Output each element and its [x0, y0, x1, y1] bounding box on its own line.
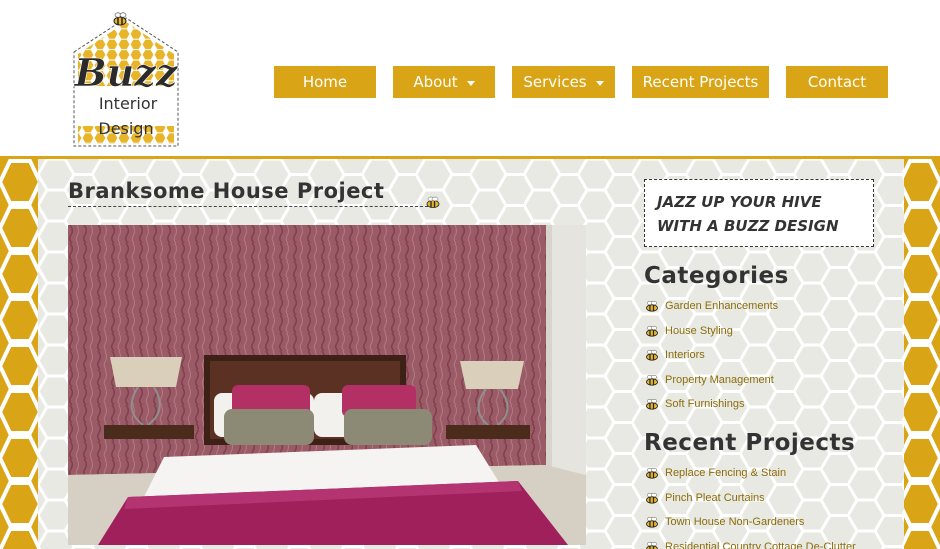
- bee-icon: [646, 350, 658, 361]
- list-item: Property Management: [644, 368, 778, 393]
- content-band: Branksome House Project JAZZ UP YOUR HIV…: [0, 159, 940, 549]
- title-underline: [68, 206, 428, 207]
- site-header: Buzz Interior Design Home About Services…: [0, 0, 940, 159]
- logo-interior-text: Interior: [99, 94, 158, 113]
- list-item: Replace Fencing & Stain: [644, 461, 856, 486]
- slogan-line-2: WITH A BUZZ DESIGN: [657, 217, 839, 235]
- recent-project-link[interactable]: Residential Country Cottage De-Clutter: [665, 541, 856, 549]
- bee-icon: [646, 374, 658, 386]
- bedroom-image: [68, 225, 586, 545]
- nav-recent-projects-label: Recent Projects: [642, 73, 759, 91]
- nav-services[interactable]: Services: [512, 66, 615, 98]
- categories-list: Garden Enhancements House Styling Interi…: [644, 294, 778, 417]
- bee-icon: [646, 399, 658, 410]
- bee-icon: [646, 325, 658, 337]
- post-title: Branksome House Project: [68, 179, 385, 203]
- recent-project-link[interactable]: Town House Non-Gardeners: [665, 516, 804, 528]
- list-item: Pinch Pleat Curtains: [644, 486, 856, 511]
- category-link[interactable]: Interiors: [665, 349, 705, 361]
- main-nav: Home About Services Recent Projects Cont…: [274, 66, 888, 98]
- honeycomb-left-decoration: [0, 159, 40, 549]
- bee-icon: [646, 301, 658, 312]
- logo-buzz-text: Buzz: [74, 50, 179, 95]
- nav-recent-projects[interactable]: Recent Projects: [632, 66, 769, 98]
- content-panel: Branksome House Project JAZZ UP YOUR HIV…: [38, 159, 904, 549]
- category-link[interactable]: House Styling: [665, 325, 733, 337]
- recent-project-link[interactable]: Pinch Pleat Curtains: [665, 492, 765, 504]
- nav-home[interactable]: Home: [274, 66, 376, 98]
- bee-icon: [646, 517, 658, 528]
- list-item: Garden Enhancements: [644, 294, 778, 319]
- list-item: Town House Non-Gardeners: [644, 510, 856, 535]
- bee-icon: [646, 541, 658, 549]
- list-item: Residential Country Cottage De-Clutter: [644, 535, 856, 549]
- recent-project-link[interactable]: Replace Fencing & Stain: [665, 467, 786, 479]
- categories-heading: Categories: [644, 263, 789, 289]
- bee-icon: [426, 196, 440, 208]
- nav-contact-label: Contact: [807, 73, 867, 91]
- nav-home-label: Home: [302, 73, 348, 91]
- category-link[interactable]: Garden Enhancements: [665, 300, 778, 312]
- recent-projects-heading: Recent Projects: [644, 430, 856, 456]
- logo-design-text: Design: [98, 119, 153, 138]
- bee-icon: [646, 468, 658, 479]
- bee-icon: [646, 492, 658, 504]
- project-photo[interactable]: [68, 225, 586, 545]
- list-item: Soft Furnishings: [644, 392, 778, 417]
- honeycomb-right-decoration: [900, 159, 940, 549]
- nav-contact[interactable]: Contact: [786, 66, 888, 98]
- recent-projects-list: Replace Fencing & Stain Pinch Pleat Curt…: [644, 461, 856, 549]
- nav-about-label: About: [413, 73, 458, 91]
- slogan-box: JAZZ UP YOUR HIVE WITH A BUZZ DESIGN: [644, 179, 874, 247]
- list-item: Interiors: [644, 343, 778, 368]
- list-item: House Styling: [644, 319, 778, 344]
- category-link[interactable]: Property Management: [665, 374, 774, 386]
- logo-bee-icon: [113, 12, 127, 26]
- nav-about[interactable]: About: [393, 66, 495, 98]
- category-link[interactable]: Soft Furnishings: [665, 398, 744, 410]
- buzz-logo[interactable]: Buzz Interior Design: [70, 8, 182, 150]
- chevron-down-icon: [466, 80, 475, 86]
- nav-services-label: Services: [523, 73, 587, 91]
- chevron-down-icon: [595, 80, 604, 86]
- slogan-line-1: JAZZ UP YOUR HIVE: [657, 193, 822, 211]
